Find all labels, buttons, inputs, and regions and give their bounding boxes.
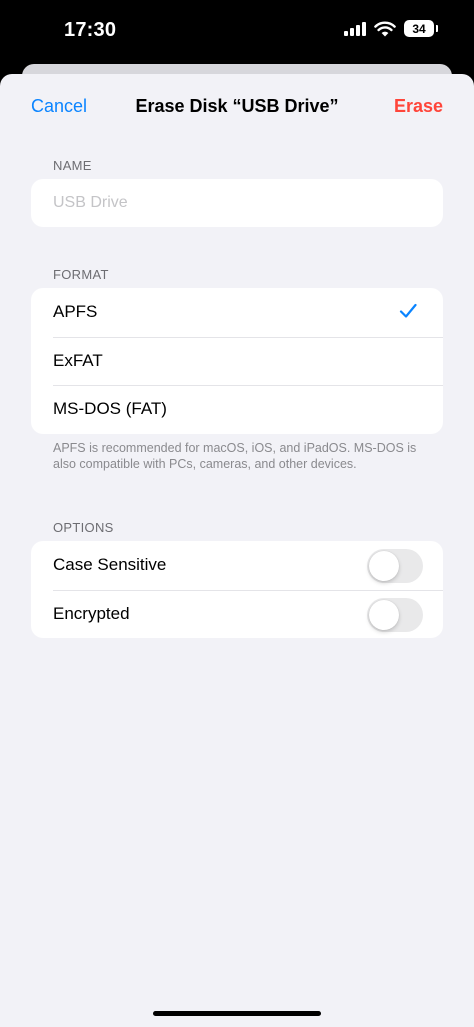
option-label: Encrypted xyxy=(53,603,130,623)
nav-bar: Cancel Erase Disk “USB Drive” Erase xyxy=(0,74,474,140)
options-section-header: OPTIONS xyxy=(53,520,114,535)
signal-icon xyxy=(344,21,366,36)
erase-button[interactable]: Erase xyxy=(394,96,443,117)
wifi-icon xyxy=(374,21,396,36)
battery-icon: 34 xyxy=(404,20,438,37)
options-group: Case Sensitive Encrypted xyxy=(31,541,443,638)
format-footer-note: APFS is recommended for macOS, iOS, and … xyxy=(53,441,417,471)
format-option-exfat[interactable]: ExFAT xyxy=(31,336,443,386)
battery-level: 34 xyxy=(412,21,426,36)
status-bar: 17:30 34 xyxy=(0,0,474,66)
name-group xyxy=(31,179,443,227)
checkmark-icon xyxy=(399,303,417,318)
format-option-label: APFS xyxy=(53,302,98,322)
format-option-label: ExFAT xyxy=(53,350,103,370)
option-label: Case Sensitive xyxy=(53,555,167,575)
name-section-header: NAME xyxy=(53,158,92,173)
name-input[interactable] xyxy=(31,179,443,227)
option-row-case-sensitive: Case Sensitive xyxy=(31,541,443,590)
home-indicator xyxy=(153,1011,321,1016)
format-option-ms-dos[interactable]: MS-DOS (FAT) xyxy=(31,385,443,434)
case-sensitive-toggle[interactable] xyxy=(367,549,423,583)
status-icons: 34 xyxy=(344,20,438,37)
format-option-label: MS-DOS (FAT) xyxy=(53,399,167,419)
toggle-knob xyxy=(369,599,399,630)
status-time: 17:30 xyxy=(64,19,117,41)
toggle-knob xyxy=(369,551,399,581)
option-row-encrypted: Encrypted xyxy=(31,589,443,639)
format-group: APFS ExFAT MS-DOS (FAT) xyxy=(31,288,443,434)
erase-disk-sheet: Cancel Erase Disk “USB Drive” Erase NAME… xyxy=(0,74,474,1027)
encrypted-toggle[interactable] xyxy=(367,597,423,632)
format-option-apfs[interactable]: APFS xyxy=(31,288,443,337)
format-section-header: FORMAT xyxy=(53,267,109,282)
